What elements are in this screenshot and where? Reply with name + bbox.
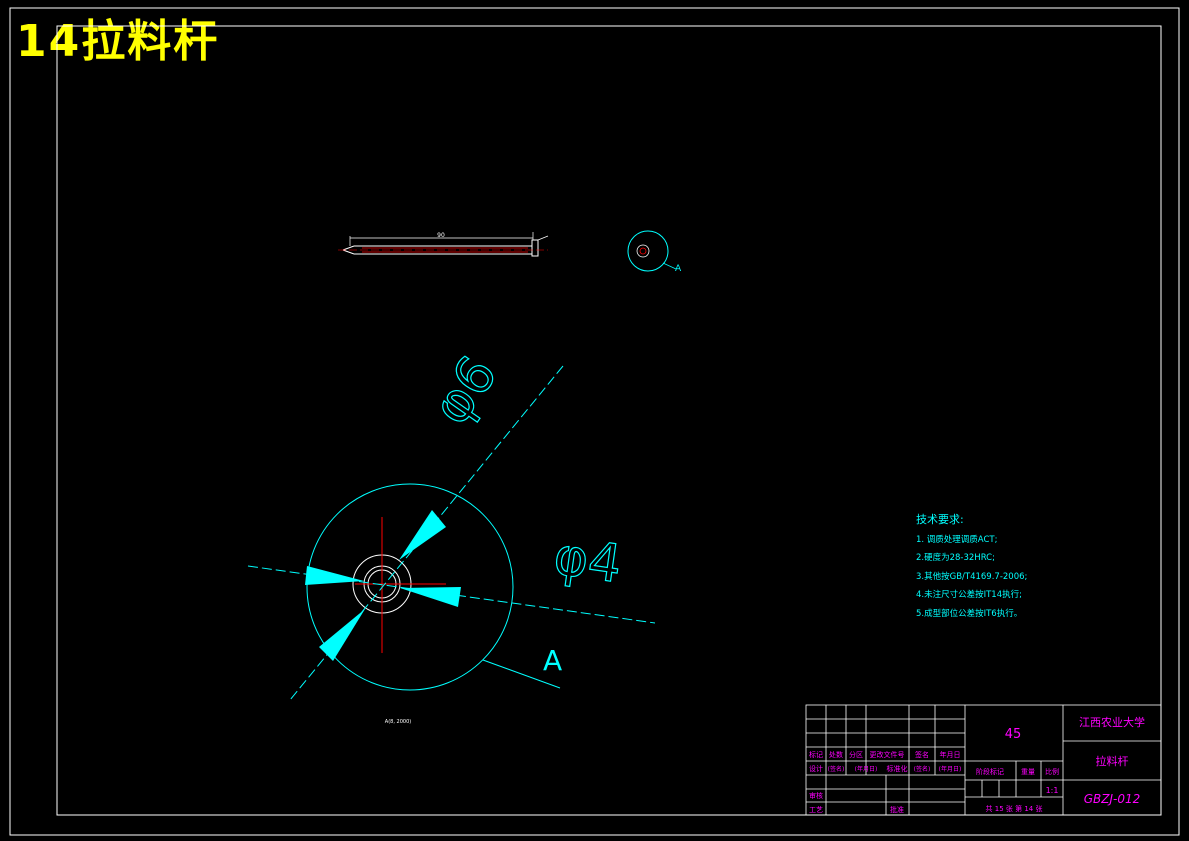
standardization-date: (年月日) [939,765,962,773]
drawing-sheet: 90 A φ6 φ4 A A(8, 2000) 技术要求: 1. 调质处理调质A… [9,7,1180,836]
approve-label: 批准 [890,805,904,814]
end-view: A [627,230,682,274]
sheets-count: 共 15 张 第 14 张 [986,804,1043,813]
header-label-signature: 签名 [915,750,929,759]
side-view-dimension: 90 [437,232,445,239]
header-label-change-doc: 更改文件号 [870,750,905,759]
title-block-text: 标记 处数 分区 更改文件号 签名 年月日 设计 (签名) (年月日) 标准化 … [809,715,1145,814]
arrow-phi4-right [400,587,461,607]
tech-requirement-item: 1. 调质处理调质ACT; [916,534,997,545]
weight-label: 重量 [1021,768,1035,776]
design-date: (年月日) [855,765,878,773]
design-signature: (签名) [828,765,845,773]
detail-view: φ6 φ4 A A(8, 2000) [247,345,656,725]
detail-dimension-phi6: φ6 [421,346,509,436]
standardization-label: 标准化 [887,764,908,773]
tech-requirements-heading: 技术要求: [916,513,964,526]
side-view: 90 [338,232,549,257]
arrow-phi6-upper [399,510,446,560]
header-label-zone: 分区 [849,750,863,759]
scale-value: 1:1 [1046,786,1059,795]
drawing-number: GBZJ-012 [1084,792,1141,806]
process-label: 工艺 [809,806,823,814]
detail-dimension-phi4: φ4 [550,526,625,595]
review-label: 审核 [809,791,823,800]
tech-requirement-item: 3.其他按GB/T4169.7-2006; [916,571,1027,582]
header-label-mark: 标记 [809,750,823,759]
material-value: 45 [1005,727,1022,742]
tech-requirement-item: 5.成型部位公差按IT6执行。 [916,608,1022,619]
part-name: 拉料杆 [1096,754,1129,768]
header-label-count: 处数 [829,750,843,759]
tech-requirement-item: 4.未注尺寸公差按IT14执行; [916,589,1022,600]
tech-requirements: 技术要求: 1. 调质处理调质ACT; 2.硬度为28-32HRC; 3.其他按… [916,513,1027,619]
end-view-label: A [675,264,682,274]
tech-requirement-item: 2.硬度为28-32HRC; [916,552,995,563]
detail-view-label: A [543,644,562,677]
design-label: 设计 [809,764,823,773]
arrow-phi6-lower [319,609,365,661]
arrow-phi4-left [305,566,364,585]
detail-scale-note: A(8, 2000) [385,719,411,725]
school-name: 江西农业大学 [1079,715,1145,729]
stage-label: 阶段标记 [976,767,1004,776]
sheet-border [9,7,1180,836]
header-label-date: 年月日 [940,750,961,759]
standardization-signature: (签名) [914,765,931,773]
scale-label: 比例 [1045,767,1059,776]
